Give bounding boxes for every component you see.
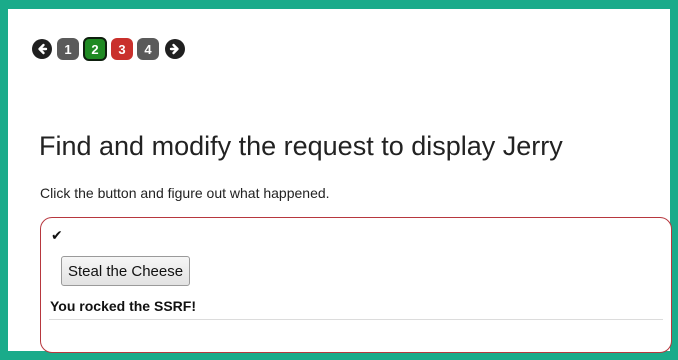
lesson-title: Find and modify the request to display J… (39, 131, 563, 161)
page-button-1[interactable]: 1 (57, 38, 79, 60)
page-button-2[interactable]: 2 (83, 37, 107, 61)
page-button-3[interactable]: 3 (111, 38, 133, 60)
arrow-left-circle-icon[interactable] (32, 39, 52, 59)
attack-result-message: You rocked the SSRF! (50, 298, 196, 314)
arrow-right-circle-icon[interactable] (165, 39, 185, 59)
page-button-4[interactable]: 4 (137, 38, 159, 60)
attack-panel: ✔ Steal the Cheese You rocked the SSRF! (40, 217, 672, 353)
lesson-instructions: Click the button and figure out what hap… (40, 185, 330, 201)
lesson-pager: 1 2 3 4 (32, 36, 190, 62)
checkmark-icon: ✔ (51, 227, 63, 243)
window-frame: 1 2 3 4 Find and modify the request to d… (0, 0, 678, 360)
steal-the-cheese-button[interactable]: Steal the Cheese (61, 256, 191, 286)
result-divider (49, 319, 663, 320)
